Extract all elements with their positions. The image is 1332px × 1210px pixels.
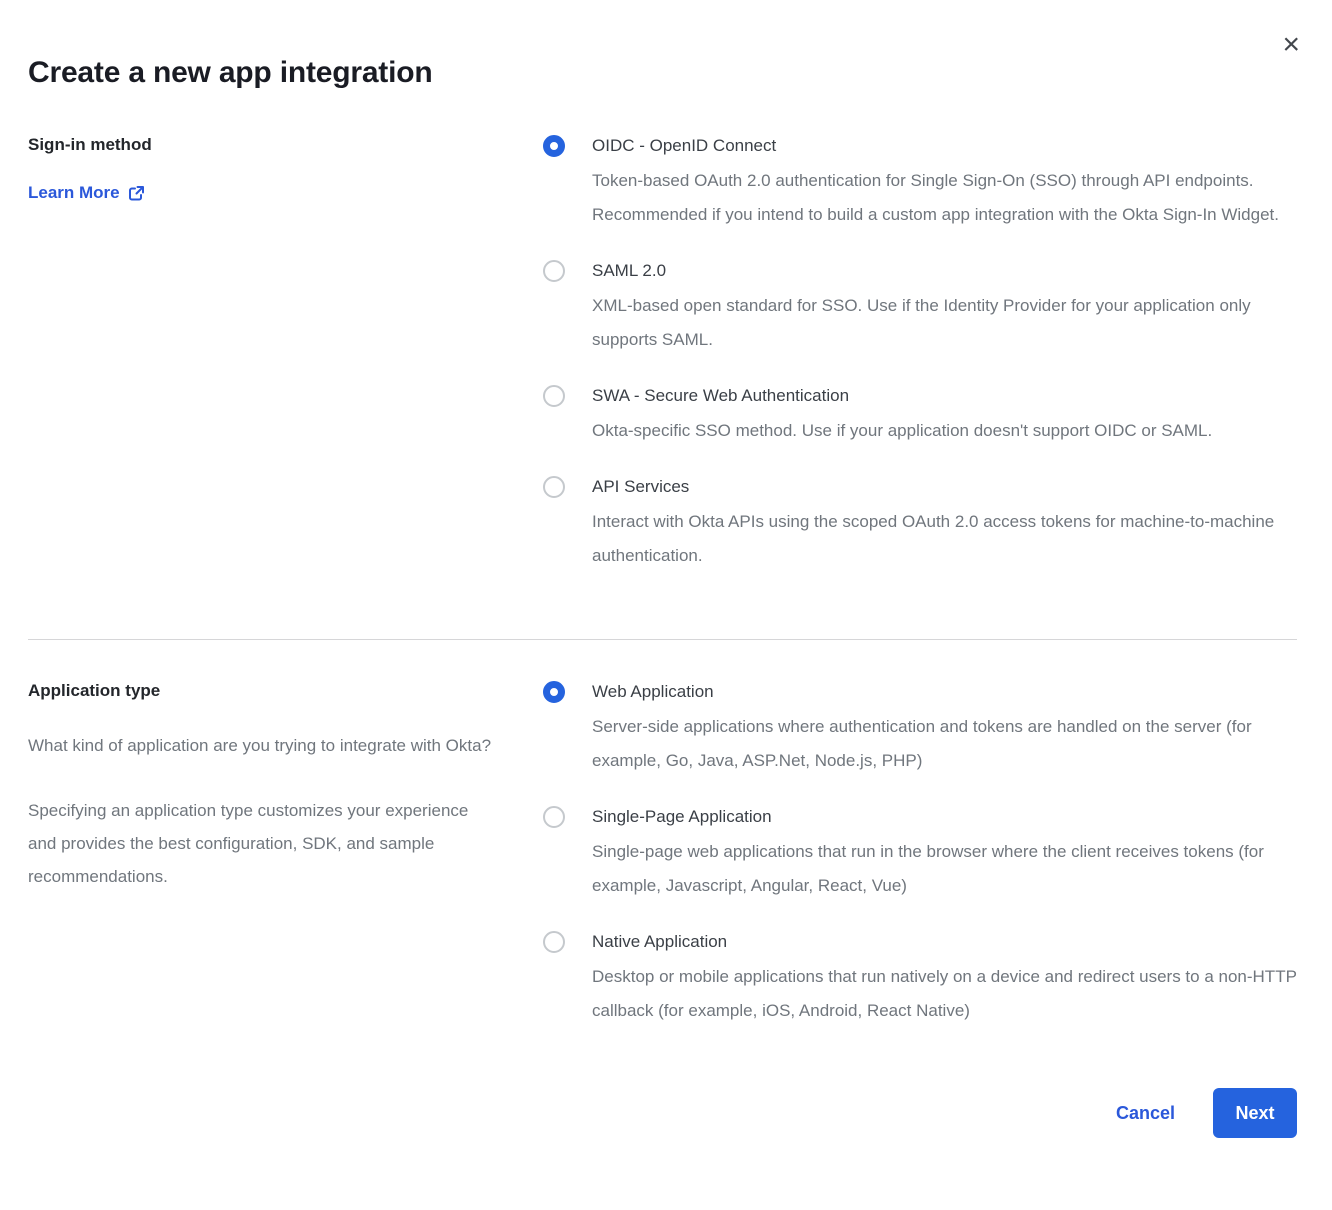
radio-option-api-services[interactable]: API Services Interact with Okta APIs usi… (543, 475, 1297, 573)
option-description-swa: Okta-specific SSO method. Use if your ap… (592, 414, 1212, 448)
signin-method-label: Sign-in method (28, 134, 498, 156)
radio-single-page-application[interactable] (543, 806, 565, 828)
option-description-native-application: Desktop or mobile applications that run … (592, 960, 1297, 1028)
option-label-api-services[interactable]: API Services (592, 475, 1297, 499)
option-label-oidc[interactable]: OIDC - OpenID Connect (592, 134, 1297, 158)
radio-option-native-application[interactable]: Native Application Desktop or mobile app… (543, 930, 1297, 1028)
radio-swa[interactable] (543, 385, 565, 407)
application-type-options: Web Application Server-side applications… (543, 680, 1297, 1028)
application-type-help-text: Specifying an application type customize… (28, 794, 498, 893)
option-description-single-page-application: Single-page web applications that run in… (592, 835, 1297, 903)
application-type-question: What kind of application are you trying … (28, 729, 498, 762)
radio-option-web-application[interactable]: Web Application Server-side applications… (543, 680, 1297, 778)
external-link-icon (128, 185, 145, 202)
option-description-api-services: Interact with Okta APIs using the scoped… (592, 505, 1297, 573)
radio-oidc[interactable] (543, 135, 565, 157)
application-type-section: Application type What kind of applicatio… (28, 680, 1297, 1028)
signin-method-options: OIDC - OpenID Connect Token-based OAuth … (543, 134, 1297, 573)
option-label-web-application[interactable]: Web Application (592, 680, 1297, 704)
radio-api-services[interactable] (543, 476, 565, 498)
radio-option-saml[interactable]: SAML 2.0 XML-based open standard for SSO… (543, 259, 1297, 357)
radio-saml[interactable] (543, 260, 565, 282)
section-divider (28, 639, 1297, 640)
option-label-native-application[interactable]: Native Application (592, 930, 1297, 954)
signin-method-left-column: Sign-in method Learn More (28, 134, 543, 203)
option-label-swa[interactable]: SWA - Secure Web Authentication (592, 384, 1212, 408)
cancel-button[interactable]: Cancel (1116, 1103, 1175, 1124)
dialog-footer: Cancel Next (28, 1088, 1297, 1138)
radio-option-single-page-application[interactable]: Single-Page Application Single-page web … (543, 805, 1297, 903)
option-description-oidc: Token-based OAuth 2.0 authentication for… (592, 164, 1297, 232)
option-description-web-application: Server-side applications where authentic… (592, 710, 1297, 778)
radio-native-application[interactable] (543, 931, 565, 953)
learn-more-label: Learn More (28, 183, 120, 203)
option-label-single-page-application[interactable]: Single-Page Application (592, 805, 1297, 829)
next-button[interactable]: Next (1213, 1088, 1297, 1138)
create-app-integration-dialog: × Create a new app integration Sign-in m… (0, 0, 1332, 1210)
page-title: Create a new app integration (28, 0, 1297, 90)
application-type-label: Application type (28, 680, 498, 702)
radio-option-swa[interactable]: SWA - Secure Web Authentication Okta-spe… (543, 384, 1297, 448)
radio-option-oidc[interactable]: OIDC - OpenID Connect Token-based OAuth … (543, 134, 1297, 232)
learn-more-link[interactable]: Learn More (28, 183, 145, 203)
option-label-saml[interactable]: SAML 2.0 (592, 259, 1297, 283)
application-type-left-column: Application type What kind of applicatio… (28, 680, 543, 893)
close-icon[interactable]: × (1282, 30, 1300, 60)
signin-method-section: Sign-in method Learn More OIDC - OpenID … (28, 134, 1297, 573)
option-description-saml: XML-based open standard for SSO. Use if … (592, 289, 1297, 357)
radio-web-application[interactable] (543, 681, 565, 703)
